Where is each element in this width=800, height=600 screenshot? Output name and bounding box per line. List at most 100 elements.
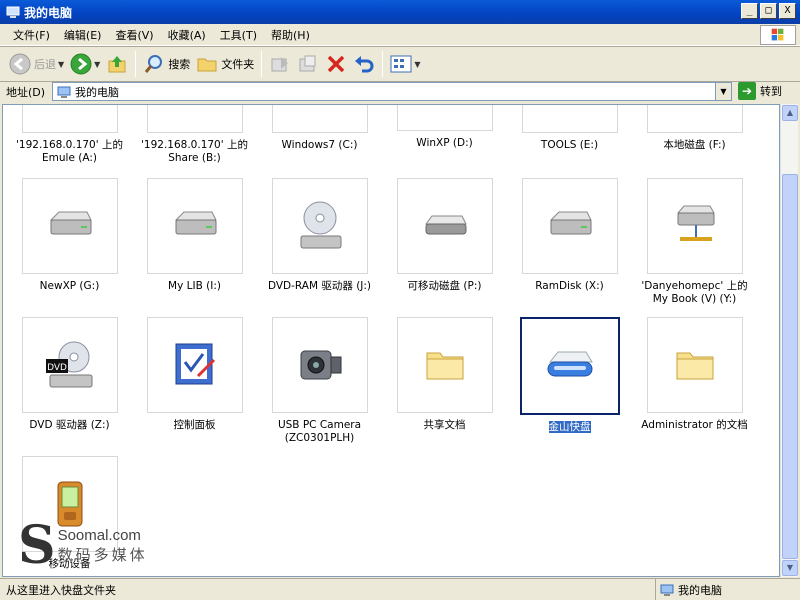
vertical-scrollbar[interactable]: ▲ ▼ xyxy=(780,104,798,577)
window-title: 我的电脑 xyxy=(24,5,73,20)
folder-icon xyxy=(426,352,463,380)
drive-icon-frame xyxy=(21,105,118,133)
menu-tools[interactable]: 工具(T) xyxy=(213,27,264,43)
title-bar[interactable]: 我的电脑 _ □ X xyxy=(0,0,800,24)
move-to-button[interactable] xyxy=(266,49,294,79)
drive-item-dvd-z[interactable]: DVD DVD 驱动器 (Z:) xyxy=(7,317,132,432)
drive-label: '192.168.0.170' 上的 Emule (A:) xyxy=(16,139,123,164)
forward-button[interactable]: ▼ xyxy=(67,49,103,79)
my-computer-icon xyxy=(57,86,71,98)
menu-favorites[interactable]: 收藏(A) xyxy=(161,27,213,43)
drive-label: 本地磁盘 (F:) xyxy=(663,139,726,151)
drive-item-windows7-c[interactable]: Windows7 (C:) xyxy=(257,105,382,152)
drive-item-tools-e[interactable]: TOOLS (E:) xyxy=(507,105,632,152)
address-bar: 地址(D) 我的电脑 ▼ ➔ 转到 xyxy=(0,82,800,102)
my-computer-icon xyxy=(660,584,674,596)
maximize-button[interactable]: □ xyxy=(760,3,777,19)
search-button[interactable]: 搜索 xyxy=(140,49,193,79)
minimize-button[interactable]: _ xyxy=(741,3,758,19)
drive-item-newxp-g[interactable]: NewXP (G:) xyxy=(7,178,132,293)
drive-label: TOOLS (E:) xyxy=(540,139,599,151)
toolbar: 后退 ▼ ▼ 搜索 文件夹 ▼ xyxy=(0,46,800,82)
soomal-logo-icon: S xyxy=(18,515,56,576)
drive-item-ramdisk-x[interactable]: RamDisk (X:) xyxy=(507,178,632,293)
camera-icon xyxy=(300,350,341,380)
shared-docs-item[interactable]: 共享文档 xyxy=(382,317,507,432)
search-icon xyxy=(145,55,163,73)
menu-edit[interactable]: 编辑(E) xyxy=(57,27,109,43)
file-view[interactable]: '192.168.0.170' 上的 Emule (A:) '192.168.0… xyxy=(2,104,780,577)
toolbar-separator xyxy=(261,51,263,77)
go-arrow-icon: ➔ xyxy=(738,82,756,100)
delete-button[interactable] xyxy=(322,49,350,79)
usb-camera-item[interactable]: USB PC Camera (ZC0301PLH) xyxy=(257,317,382,445)
drive-item-mylib-i[interactable]: My LIB (I:) xyxy=(132,178,257,293)
chevron-down-icon: ▼ xyxy=(58,59,65,69)
control-panel-item[interactable]: 控制面板 xyxy=(132,317,257,432)
chevron-down-icon: ▼ xyxy=(414,59,421,69)
dvd-drive-icon xyxy=(300,201,341,249)
drive-item-emule-a[interactable]: '192.168.0.170' 上的 Emule (A:) xyxy=(7,105,132,165)
menu-view[interactable]: 查看(V) xyxy=(108,27,160,43)
network-drive-icon xyxy=(676,205,715,241)
kuaipan-item[interactable]: 金山快盘 xyxy=(507,317,632,434)
status-zone: 我的电脑 xyxy=(655,579,800,600)
menu-help[interactable]: 帮助(H) xyxy=(264,27,317,43)
drive-item-dvdram-j[interactable]: DVD-RAM 驱动器 (J:) xyxy=(257,178,382,293)
dvd-drive-icon: DVD xyxy=(45,341,92,388)
removable-disk-icon xyxy=(424,215,467,235)
move-to-icon xyxy=(271,57,289,72)
go-button[interactable]: ➔ 转到 xyxy=(738,82,782,100)
drive-icon-frame xyxy=(521,105,618,133)
folder-icon xyxy=(676,352,713,380)
views-button[interactable]: ▼ xyxy=(387,49,423,79)
address-dropdown-button[interactable]: ▼ xyxy=(715,83,731,100)
drive-label: '192.168.0.170' 上的 Share (B:) xyxy=(141,139,248,164)
hard-drive-icon xyxy=(549,211,592,235)
folder-up-icon xyxy=(108,56,126,73)
drive-icon-frame xyxy=(146,105,243,133)
hard-drive-icon xyxy=(174,211,217,235)
views-icon xyxy=(390,55,412,73)
toolbar-separator xyxy=(382,51,384,77)
chevron-down-icon: ▼ xyxy=(94,59,101,69)
address-value: 我的电脑 xyxy=(75,85,119,99)
close-button[interactable]: X xyxy=(779,3,796,19)
copy-to-icon xyxy=(299,55,316,72)
copy-to-button[interactable] xyxy=(294,49,322,79)
drive-item-share-b[interactable]: '192.168.0.170' 上的 Share (B:) xyxy=(132,105,257,165)
back-arrow-icon xyxy=(9,53,31,75)
folders-button[interactable]: 文件夹 xyxy=(193,49,257,79)
kuaipan-drive-icon xyxy=(547,351,593,377)
drive-label: Windows7 (C:) xyxy=(281,139,358,151)
drive-item-local-f[interactable]: 本地磁盘 (F:) xyxy=(632,105,757,152)
status-bar: 从这里进入快盘文件夹 我的电脑 xyxy=(0,578,800,600)
toolbar-separator xyxy=(135,51,137,77)
drive-item-removable-p[interactable]: 可移动磁盘 (P:) xyxy=(382,178,507,293)
drive-icon-frame xyxy=(396,105,493,131)
delete-x-icon xyxy=(328,55,345,73)
drive-icon-frame xyxy=(646,105,743,133)
hard-drive-icon xyxy=(49,211,92,235)
menu-bar: 文件(F) 编辑(E) 查看(V) 收藏(A) 工具(T) 帮助(H) xyxy=(0,24,800,46)
menu-file[interactable]: 文件(F) xyxy=(6,27,57,43)
scroll-up-button[interactable]: ▲ xyxy=(782,105,798,121)
drive-label: WinXP (D:) xyxy=(416,137,473,149)
undo-icon xyxy=(355,56,374,73)
soomal-watermark: S Soomal.com 数码多媒体 xyxy=(18,515,148,576)
scroll-thumb[interactable] xyxy=(782,174,798,559)
drive-item-winxp-d[interactable]: WinXP (D:) xyxy=(382,105,507,150)
my-computer-icon xyxy=(6,6,20,18)
address-input[interactable]: 我的电脑 ▼ xyxy=(52,82,732,101)
drive-icon-frame xyxy=(271,105,368,133)
admin-docs-item[interactable]: Administrator 的文档 xyxy=(632,317,757,432)
undo-button[interactable] xyxy=(350,49,378,79)
forward-arrow-icon xyxy=(70,53,92,75)
scroll-down-button[interactable]: ▼ xyxy=(782,560,798,576)
status-text: 从这里进入快盘文件夹 xyxy=(6,583,116,597)
svg-text:DVD: DVD xyxy=(47,363,67,373)
up-button[interactable] xyxy=(103,49,131,79)
windows-logo-icon xyxy=(760,25,796,45)
back-button[interactable]: 后退 ▼ xyxy=(6,49,67,79)
drive-item-mybook-y[interactable]: 'Danyehomepc' 上的 My Book (V) (Y:) xyxy=(632,178,757,306)
